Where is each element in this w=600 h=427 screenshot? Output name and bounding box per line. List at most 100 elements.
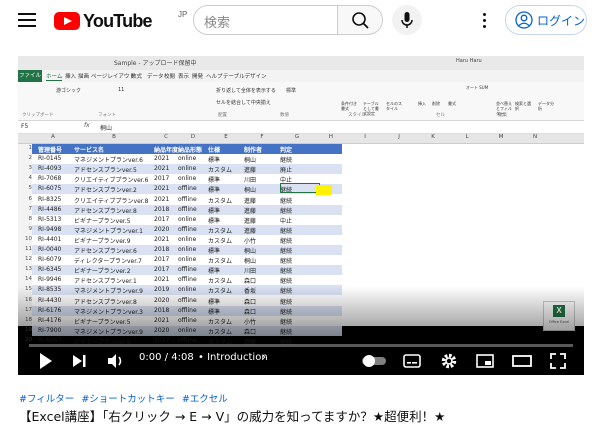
excel-ribbon-group-label: クリップボード	[22, 113, 54, 118]
excel-cell: カスタム	[208, 258, 233, 266]
excel-row-number: 1	[28, 145, 33, 151]
player-controls-gradient	[18, 286, 584, 375]
hashtag-link[interactable]: #エクセル	[182, 394, 228, 405]
excel-cell: 2017	[154, 215, 170, 223]
excel-number-format: 標準	[286, 88, 297, 94]
search-icon	[352, 12, 369, 29]
account-circle-icon	[515, 11, 533, 29]
excel-column-header: K	[431, 134, 435, 140]
excel-table-row: RI-8325 クリエイティブプランver.8 2021 offline カスタム 進藤 継…	[32, 195, 342, 205]
excel-ribbon-group-label: 数値	[280, 113, 289, 118]
search-button[interactable]	[338, 5, 383, 35]
excel-row-number: 7	[28, 205, 33, 212]
next-button[interactable]	[71, 351, 89, 371]
excel-formula-value: 桐山	[100, 125, 113, 132]
excel-user-name: Haru Haru	[456, 58, 482, 64]
mute-button[interactable]	[106, 351, 126, 371]
excel-cell: アドセンスプランver.8	[74, 207, 137, 215]
search-placeholder: 検索	[204, 16, 231, 31]
video-player[interactable]: Sample - アップロード保留中 Haru Haru ファイル ホーム 挿入描…	[18, 56, 584, 375]
excel-cell: 川田	[244, 268, 257, 276]
excel-cell: RI-9946	[38, 276, 62, 284]
excel-column-header: I	[364, 134, 366, 140]
chevron-right-icon: ›	[262, 352, 266, 363]
excel-cell: RI-7068	[38, 175, 62, 183]
excel-cell: 標準	[208, 187, 221, 195]
autoplay-toggle[interactable]	[361, 353, 387, 373]
excel-cell: カスタム	[208, 227, 233, 235]
excel-cell: 進藤	[244, 167, 257, 175]
login-button[interactable]: ログイン	[505, 5, 587, 35]
excel-cell: 2017	[154, 175, 170, 183]
excel-formula-bar: F5 fx 桐山	[18, 121, 584, 134]
excel-column-header: N	[532, 134, 538, 140]
excel-cell: マネジメントプランver.6	[74, 157, 143, 165]
excel-row-number: 2	[28, 155, 33, 162]
excel-cell: 判定	[280, 147, 293, 154]
excel-row-number: 5	[28, 185, 33, 192]
hashtag-link[interactable]: #フィルター	[19, 394, 74, 405]
excel-cell: 継続	[280, 197, 293, 205]
microphone-icon	[401, 12, 413, 28]
excel-cell: RI-6075	[38, 185, 62, 193]
voice-search-button[interactable]	[392, 5, 422, 35]
youtube-play-icon	[54, 12, 80, 30]
excel-cell: 小竹	[244, 237, 257, 245]
excel-cell: RI-8325	[38, 195, 62, 203]
excel-tab: 表示	[178, 74, 190, 80]
excel-row-number: 12	[25, 256, 32, 263]
excel-cell: 桐山	[244, 157, 257, 165]
excel-cell: online	[178, 175, 197, 183]
excel-cell: カスタム	[208, 278, 233, 286]
excel-cell: RI-4486	[38, 205, 62, 213]
chapter-button[interactable]: • Introduction	[198, 352, 268, 363]
progress-bar[interactable]	[29, 344, 573, 347]
excel-cell: offline	[178, 225, 197, 233]
excel-table-row: RI-0145 マネジメントプランver.6 2021 online 標準 桐山 継続	[32, 154, 342, 164]
excel-ribbon-button: テーブルとして書式設定	[363, 101, 379, 116]
excel-row-number: 14	[25, 276, 32, 283]
excel-cell: 進藤	[244, 197, 257, 205]
excel-cell: 2021	[154, 195, 170, 203]
excel-cell: クリエイティブプランver.6	[74, 177, 149, 185]
excel-ribbon-button: 並べ替えとフィルター	[496, 101, 512, 116]
excel-cell: 森口	[244, 278, 257, 286]
miniplayer-button[interactable]	[475, 351, 495, 371]
excel-column-header: A	[51, 134, 55, 140]
excel-tab: データ	[147, 74, 164, 80]
excel-cell: RI-5313	[38, 215, 62, 223]
miniplayer-icon	[476, 354, 494, 368]
excel-ribbon-button: 条件付き書式	[341, 101, 357, 111]
excel-column-header: G	[294, 134, 300, 140]
excel-cell: online	[178, 215, 197, 223]
excel-row-number: 6	[28, 195, 33, 202]
search-input[interactable]: 検索	[193, 5, 338, 35]
excel-cell: カスタム	[208, 237, 233, 245]
excel-font-name: 游ゴシック	[56, 88, 82, 94]
excel-cell: 2017	[154, 256, 170, 264]
theater-mode-button[interactable]	[511, 351, 533, 371]
subtitles-button[interactable]	[402, 351, 422, 371]
hamburger-menu-icon[interactable]	[18, 13, 36, 27]
excel-tab: ヘルプ	[206, 74, 223, 80]
excel-cell: offline	[178, 276, 197, 284]
excel-cell: アドセンスプランver.2	[74, 187, 137, 195]
hashtag-link[interactable]: #ショートカットキー	[81, 394, 174, 405]
gear-icon	[441, 353, 457, 369]
excel-cell: 進藤	[244, 207, 257, 215]
excel-table-header-row: 管理番号 サービス名 納品年度 納品形態 仕様 制作者 判定	[32, 144, 342, 154]
excel-table-row: RI-4401 ビギナープランver.9 2021 online カスタム 小竹 継続	[32, 235, 342, 245]
excel-ribbon-button: データ分析	[538, 101, 554, 111]
excel-cell: 進藤	[244, 217, 257, 225]
excel-cell: offline	[178, 185, 197, 193]
settings-button[interactable]	[439, 351, 459, 371]
excel-cell: offline	[178, 195, 197, 203]
fullscreen-button[interactable]	[548, 351, 568, 371]
excel-ribbon-button: 検索と選択	[515, 101, 531, 111]
excel-cell: 継続	[280, 227, 293, 235]
play-button[interactable]	[38, 351, 54, 371]
more-options-icon[interactable]	[474, 11, 494, 31]
skip-next-icon	[73, 355, 86, 367]
excel-column-header: B	[112, 134, 116, 140]
video-title: 【Excel講座】「右クリック → E → V」の威力を知ってますか？★超便利！…	[19, 409, 446, 424]
